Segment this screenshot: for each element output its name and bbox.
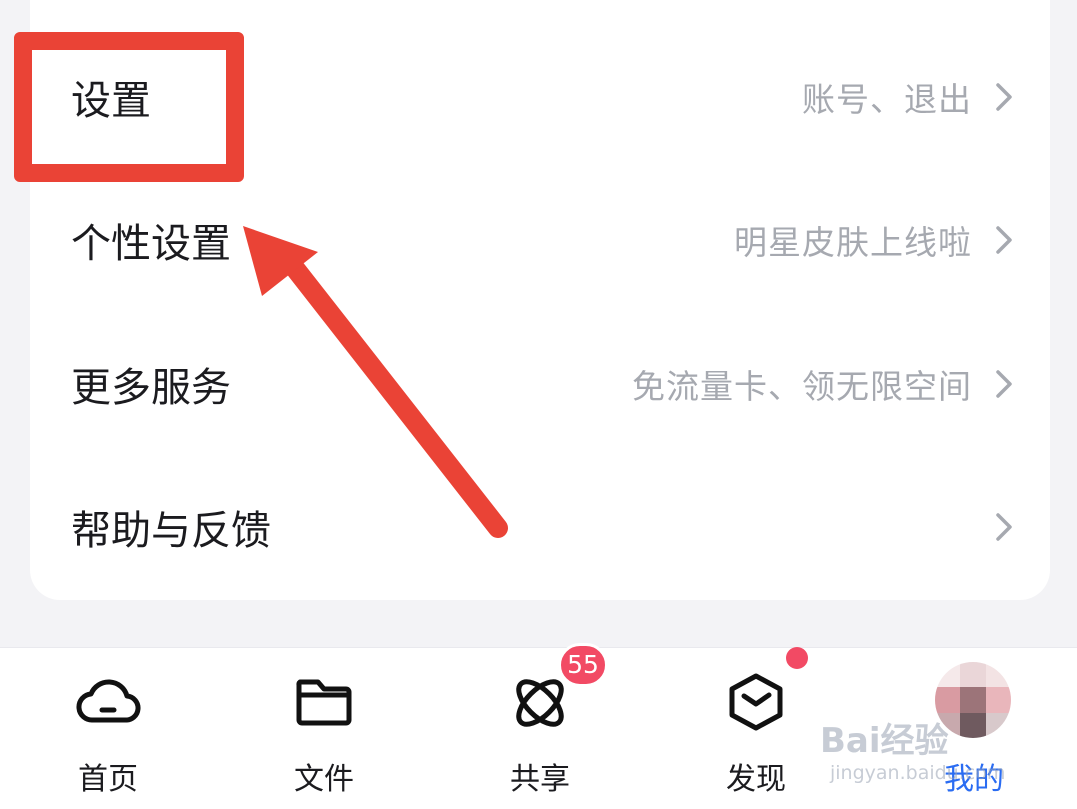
tab-me-label: 我的 [944, 762, 1004, 797]
personalization-row-hint: 明星皮肤上线啦 [734, 223, 972, 262]
highlight-box [14, 32, 244, 182]
tab-files-label: 文件 [294, 762, 354, 797]
tab-home[interactable]: 首页 [38, 648, 178, 809]
avatar [935, 662, 1011, 738]
share-count-badge: 55 [558, 643, 608, 687]
tab-files[interactable]: 文件 [254, 648, 394, 809]
chevron-right-icon [996, 513, 1012, 541]
help-feedback-row-label: 帮助与反馈 [71, 508, 271, 554]
screen: 设置 账号、退出 个性设置 明星皮肤上线啦 更多服务 免流量卡、领无限空间 帮助… [0, 0, 1077, 809]
more-services-row-label: 更多服务 [71, 365, 231, 411]
personalization-row[interactable]: 个性设置 明星皮肤上线啦 [30, 190, 1050, 290]
chevron-right-icon [996, 83, 1012, 111]
cube-clock-icon [729, 673, 783, 731]
tab-share-label: 共享 [510, 762, 570, 797]
bottom-tab-bar: 首页 文件 共享 发现 我的 [0, 647, 1077, 809]
personalization-row-label: 个性设置 [71, 221, 231, 267]
more-services-row-hint: 免流量卡、领无限空间 [632, 367, 972, 406]
tab-discover[interactable]: 发现 [686, 648, 826, 809]
chevron-right-icon [996, 370, 1012, 398]
settings-row-hint: 账号、退出 [802, 80, 972, 119]
cloud-icon [76, 679, 141, 723]
more-services-row[interactable]: 更多服务 免流量卡、领无限空间 [30, 334, 1050, 434]
help-feedback-row[interactable]: 帮助与反馈 [30, 477, 1050, 577]
chevron-right-icon [996, 226, 1012, 254]
folder-icon [296, 679, 352, 726]
notification-dot [786, 647, 808, 669]
tab-home-label: 首页 [78, 762, 138, 797]
tab-discover-label: 发现 [726, 762, 786, 797]
